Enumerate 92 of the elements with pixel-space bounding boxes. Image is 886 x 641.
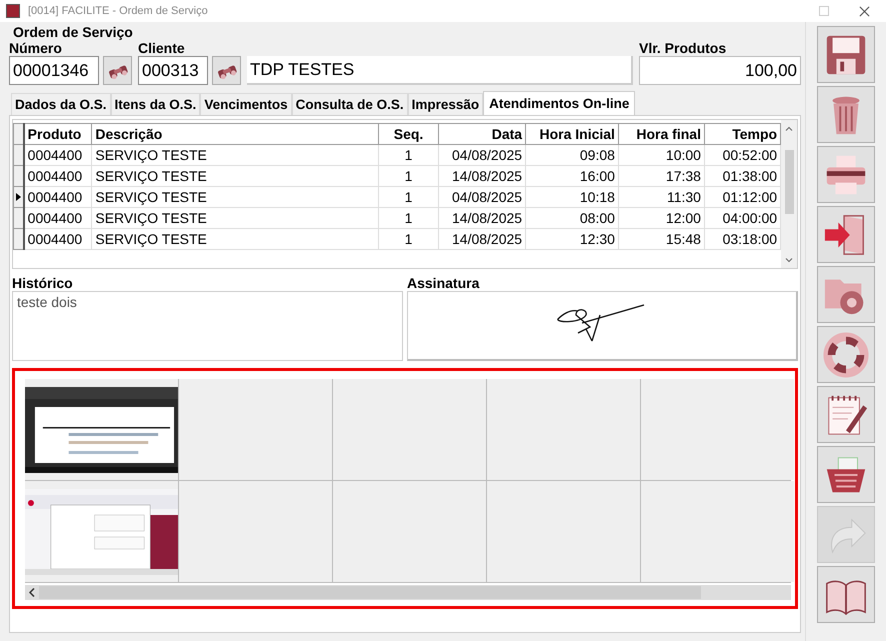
book-button[interactable] (817, 566, 875, 623)
binoculars-icon (108, 62, 128, 78)
table-cell: 1 (378, 166, 439, 186)
tab[interactable]: Itens da O.S. (110, 93, 200, 115)
trash-button[interactable] (817, 86, 875, 143)
field-label: Assinatura (407, 275, 480, 291)
column-header[interactable]: Tempo (704, 124, 781, 144)
tab[interactable]: Consulta de O.S. (292, 93, 408, 115)
gallery-cell[interactable] (333, 481, 486, 582)
scroll-thumb[interactable] (39, 586, 701, 599)
table-cell: 1 (378, 228, 439, 250)
gallery-cell[interactable] (487, 481, 640, 582)
table-cell: SERVIÇO TESTE (92, 186, 378, 208)
cliente-name-field[interactable]: TDP TESTES (247, 56, 633, 85)
table-cell: 1 (378, 208, 439, 228)
folder-gear-button[interactable] (817, 266, 875, 323)
field-label: Histórico (12, 275, 74, 291)
row-indicator[interactable] (14, 144, 24, 166)
scroll-left-icon[interactable] (29, 588, 35, 597)
table-cell: 12:00 (618, 208, 704, 228)
numero-field[interactable]: 00001346 (9, 56, 99, 85)
table-cell: 04/08/2025 (438, 144, 526, 166)
tab[interactable]: Vencimentos (200, 93, 292, 115)
print-button[interactable] (817, 146, 875, 203)
table-cell: 0004400 (24, 228, 92, 250)
field-label: Vlr. Produtos (639, 40, 728, 56)
tab[interactable]: Dados da O.S. (11, 93, 111, 115)
table-cell: SERVIÇO TESTE (92, 166, 378, 186)
table-cell: 08:00 (526, 208, 618, 228)
lifebuoy-button[interactable] (817, 326, 875, 383)
basket-button[interactable] (817, 446, 875, 503)
table-cell: 14/08/2025 (438, 228, 526, 250)
gallery-cell[interactable] (487, 379, 640, 480)
column-header[interactable]: Descrição (92, 124, 378, 144)
table-cell: 0004400 (24, 186, 92, 208)
row-indicator[interactable] (14, 228, 24, 250)
table-cell: 1 (378, 144, 439, 166)
row-indicator[interactable] (14, 208, 24, 228)
binoculars-icon (216, 62, 236, 78)
scrollbar[interactable] (25, 585, 791, 600)
table-cell: 0004400 (24, 144, 92, 166)
table-cell: 1 (378, 186, 439, 208)
exit-button[interactable] (817, 206, 875, 263)
search-button[interactable] (103, 56, 132, 85)
table-cell: SERVIÇO TESTE (92, 208, 378, 228)
scrollbar[interactable] (781, 120, 797, 268)
column-header[interactable]: Data (438, 124, 526, 144)
valor-field[interactable]: 100,00 (639, 56, 801, 85)
gallery-cell[interactable] (333, 379, 486, 480)
table-cell: 0004400 (24, 166, 92, 186)
scroll-up-icon[interactable] (785, 126, 794, 131)
row-indicator[interactable] (14, 166, 24, 186)
table-cell: 15:48 (618, 228, 704, 250)
field-label: Número (9, 40, 63, 56)
gallery-cell[interactable] (641, 379, 794, 480)
notepad-button[interactable] (817, 386, 875, 443)
scroll-thumb[interactable] (784, 150, 794, 214)
table-cell: 11:30 (618, 186, 704, 208)
table-cell: SERVIÇO TESTE (92, 144, 378, 166)
window-title: [0014] FACILITE - Ordem de Serviço (28, 5, 208, 17)
tab[interactable]: Impressão (408, 93, 484, 115)
table-cell: 0004400 (24, 208, 92, 228)
row-indicator[interactable] (14, 186, 24, 208)
column-header[interactable]: Hora Inicial (526, 124, 618, 144)
table-cell: 16:00 (526, 166, 618, 186)
table-cell: 12:30 (526, 228, 618, 250)
table-cell: 14/08/2025 (438, 208, 526, 228)
column-header[interactable]: Produto (24, 124, 92, 144)
close-icon[interactable] (859, 6, 870, 16)
table-cell: 14/08/2025 (438, 166, 526, 186)
save-button[interactable] (817, 26, 875, 83)
gallery-cell[interactable] (641, 481, 794, 582)
gallery-cell[interactable] (179, 379, 332, 480)
table-cell: 04/08/2025 (438, 186, 526, 208)
app-logo-icon (6, 4, 20, 18)
table-cell: 17:38 (618, 166, 704, 186)
field-label: Cliente (138, 40, 186, 56)
cliente-code-field[interactable]: 000313 (138, 56, 208, 85)
historico-field[interactable]: teste dois (12, 291, 403, 361)
tab[interactable]: Atendimentos On-line (483, 91, 636, 115)
table-cell: 09:08 (526, 144, 618, 166)
section-title: Ordem de Serviço (12, 24, 134, 40)
lifebuoy-icon (823, 332, 869, 378)
table-cell: SERVIÇO TESTE (92, 228, 378, 250)
gallery-cell[interactable] (179, 481, 332, 582)
table-cell: 10:00 (618, 144, 704, 166)
column-header[interactable]: Seq. (378, 124, 439, 144)
search-button[interactable] (212, 56, 241, 85)
scroll-down-icon[interactable] (785, 258, 794, 263)
table-corner (14, 124, 24, 144)
column-header[interactable]: Hora final (618, 124, 704, 144)
table-cell: 10:18 (526, 186, 618, 208)
